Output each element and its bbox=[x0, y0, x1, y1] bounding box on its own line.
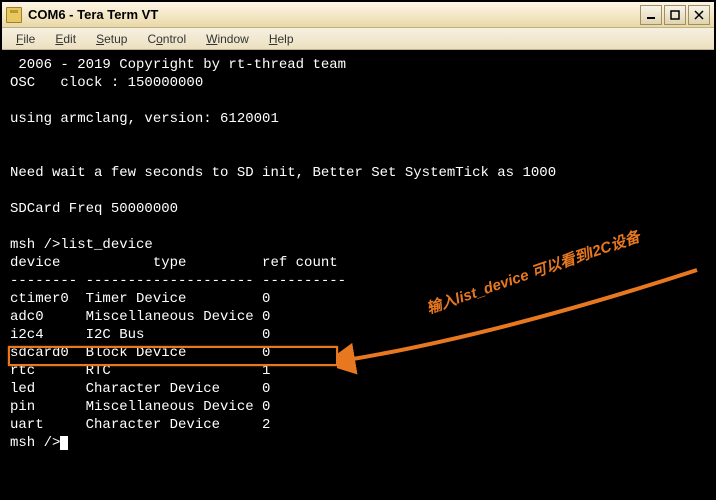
terminal[interactable]: 2006 - 2019 Copyright by rt-thread team … bbox=[2, 50, 714, 498]
titlebar[interactable]: COM6 - Tera Term VT bbox=[2, 2, 714, 28]
menu-file[interactable]: File bbox=[6, 30, 45, 48]
menu-control[interactable]: Control bbox=[137, 30, 196, 48]
window-title: COM6 - Tera Term VT bbox=[28, 7, 640, 22]
menu-window[interactable]: Window bbox=[196, 30, 259, 48]
menubar: File Edit Setup Control Window Help bbox=[2, 28, 714, 50]
menu-edit[interactable]: Edit bbox=[45, 30, 86, 48]
cursor bbox=[60, 436, 68, 450]
menu-help[interactable]: Help bbox=[259, 30, 304, 48]
terminal-content: 2006 - 2019 Copyright by rt-thread team … bbox=[2, 50, 714, 458]
window-buttons bbox=[640, 5, 710, 25]
minimize-button[interactable] bbox=[640, 5, 662, 25]
close-button[interactable] bbox=[688, 5, 710, 25]
menu-setup[interactable]: Setup bbox=[86, 30, 137, 48]
app-icon bbox=[6, 7, 22, 23]
maximize-button[interactable] bbox=[664, 5, 686, 25]
